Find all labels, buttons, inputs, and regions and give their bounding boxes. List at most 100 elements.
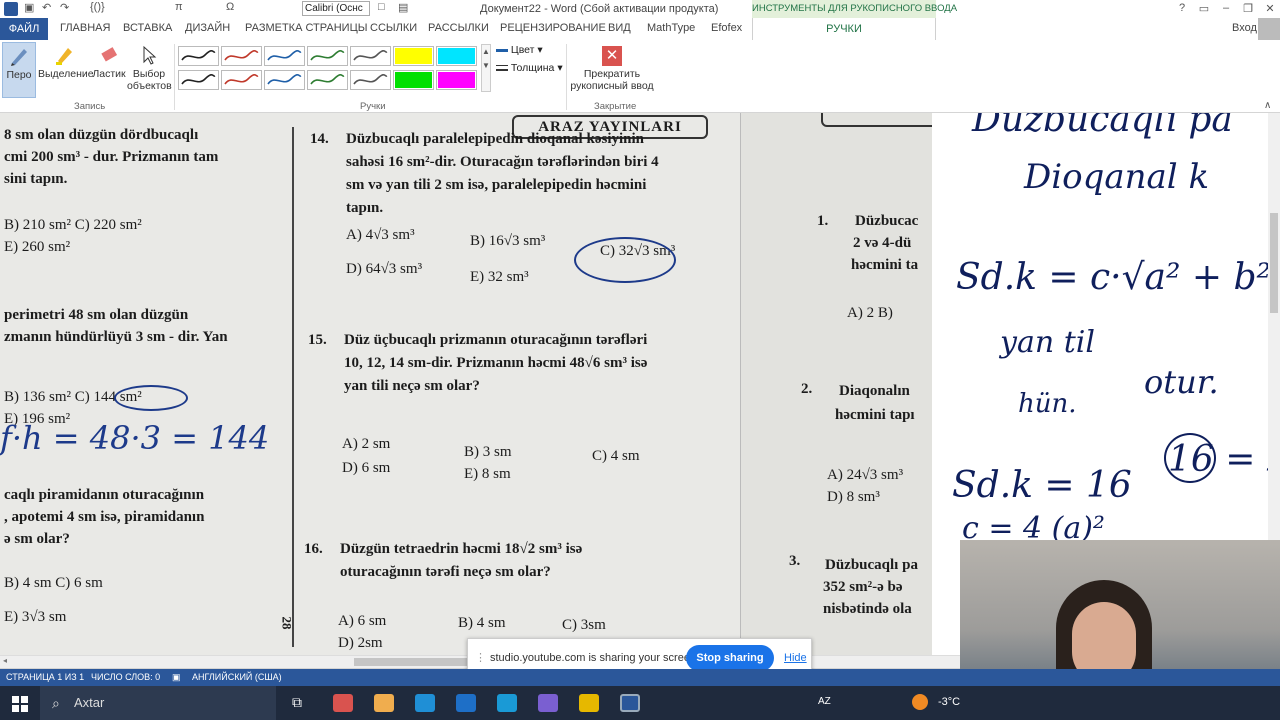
scroll-left-icon[interactable]: ◂ bbox=[3, 656, 7, 665]
weather-temp[interactable]: -3°C bbox=[938, 696, 960, 708]
tab-file[interactable]: ФАЙЛ bbox=[0, 18, 48, 40]
redo-icon[interactable]: ↷ bbox=[60, 1, 69, 14]
highlighter-button[interactable]: Выделение bbox=[38, 42, 94, 98]
tab-mathtype[interactable]: MathType bbox=[647, 22, 695, 34]
tab-pens[interactable]: РУЧКИ bbox=[752, 18, 936, 40]
pen-thickness-dropdown[interactable]: Толщина ▾ bbox=[496, 62, 563, 74]
omega-icon[interactable]: Ω bbox=[226, 1, 234, 13]
pen-preset[interactable] bbox=[221, 70, 262, 90]
open-icon[interactable]: ▤ bbox=[398, 1, 408, 14]
page-count[interactable]: СТРАНИЦА 1 ИЗ 1 bbox=[6, 669, 84, 686]
text-line: , apotemi 4 sm isə, piramidanın bbox=[4, 509, 205, 525]
answer-option: E) 8 sm bbox=[464, 466, 511, 482]
pen-stroke-icon bbox=[267, 74, 302, 85]
pen-preset[interactable] bbox=[393, 46, 434, 66]
select-objects-button[interactable]: Выбор объектов bbox=[127, 42, 172, 98]
pen-preset[interactable] bbox=[307, 70, 348, 90]
handwriting-line: hün. bbox=[1018, 389, 1077, 419]
chrome-icon[interactable] bbox=[415, 694, 435, 712]
person-face bbox=[1072, 602, 1136, 669]
word-app-icon[interactable] bbox=[4, 2, 18, 16]
equation-icon[interactable]: {()} bbox=[90, 1, 105, 13]
proofing-icon[interactable]: ▣ bbox=[172, 669, 181, 686]
minimize-icon[interactable]: – bbox=[1218, 2, 1234, 14]
text-line: 1. bbox=[817, 213, 829, 229]
text-line: A) 24√3 sm³ bbox=[827, 467, 904, 483]
explorer-icon[interactable] bbox=[538, 694, 558, 712]
outlook-icon[interactable] bbox=[456, 694, 476, 712]
windows-start-icon[interactable] bbox=[12, 696, 28, 712]
eraser-icon bbox=[101, 47, 118, 62]
scrollbar-thumb[interactable] bbox=[354, 658, 468, 666]
pen-preset[interactable] bbox=[264, 70, 305, 90]
eraser-button[interactable]: Ластик bbox=[92, 42, 126, 98]
tab-layout[interactable]: РАЗМЕТКА СТРАНИЦЫ bbox=[245, 22, 367, 34]
text-line: 352 sm²-ə bə bbox=[823, 579, 903, 595]
pen-preset[interactable] bbox=[264, 46, 305, 66]
input-language[interactable]: AZ bbox=[818, 696, 831, 707]
tab-mailings[interactable]: РАССЫЛКИ bbox=[428, 22, 489, 34]
tab-view[interactable]: ВИД bbox=[608, 22, 631, 34]
tab-insert[interactable]: ВСТАВКА bbox=[123, 22, 172, 34]
select-objects-label: Выбор объектов bbox=[127, 68, 172, 92]
question-number: 14. bbox=[310, 131, 329, 147]
maximize-icon[interactable]: ❐ bbox=[1240, 2, 1256, 15]
sign-in-link[interactable]: Вход bbox=[1232, 22, 1257, 34]
pen-button[interactable]: Перо bbox=[2, 42, 36, 98]
highlighter-label: Выделение bbox=[38, 68, 94, 80]
save-icon[interactable]: ▣ bbox=[24, 1, 34, 14]
text-line: Düzbucaqlı pa bbox=[825, 557, 918, 573]
stop-sharing-button[interactable]: Stop sharing bbox=[686, 645, 774, 671]
tab-review[interactable]: РЕЦЕНЗИРОВАНИЕ bbox=[500, 22, 606, 34]
task-view-icon[interactable]: ⧉ bbox=[292, 694, 302, 711]
hide-link[interactable]: Hide bbox=[784, 652, 807, 664]
store-icon[interactable] bbox=[374, 694, 394, 712]
pen-preset[interactable] bbox=[221, 46, 262, 66]
stop-inking-button[interactable]: ✕ Прекратить рукописный ввод bbox=[570, 42, 654, 98]
answer-option: B) 16√3 sm³ bbox=[470, 233, 546, 249]
tab-home[interactable]: ГЛАВНАЯ bbox=[60, 22, 110, 34]
pen-preset[interactable] bbox=[393, 70, 434, 90]
edge-icon[interactable] bbox=[497, 694, 517, 712]
pens-gallery-scroll[interactable]: ▲ ▼ bbox=[481, 44, 491, 92]
answer-option: A) 4√3 sm³ bbox=[346, 227, 415, 243]
tab-design[interactable]: ДИЗАЙН bbox=[185, 22, 230, 34]
pen-preset[interactable] bbox=[350, 70, 391, 90]
language[interactable]: АНГЛИЙСКИЙ (США) bbox=[192, 669, 282, 686]
pen-preset[interactable] bbox=[350, 46, 391, 66]
drag-handle-icon[interactable]: ⋮ bbox=[475, 651, 486, 664]
textbook-photo: 8 sm olan düzgün dördbucaqlı cmi 200 sm³ … bbox=[0, 113, 932, 655]
scrollbar-thumb[interactable] bbox=[1270, 213, 1278, 313]
avatar[interactable] bbox=[1258, 18, 1280, 40]
text-line: sini tapın. bbox=[4, 171, 68, 187]
pen-color-dropdown[interactable]: Цвет ▾ bbox=[496, 44, 543, 56]
close-icon[interactable]: ✕ bbox=[1262, 2, 1278, 15]
weather-icon[interactable] bbox=[912, 694, 928, 710]
pointer-icon bbox=[143, 45, 157, 65]
pen-preset[interactable] bbox=[436, 46, 477, 66]
pen-preset[interactable] bbox=[178, 70, 219, 90]
restore-ribbon-icon[interactable]: ▭ bbox=[1196, 2, 1212, 15]
font-name-box[interactable]: Calibri (Оснс bbox=[302, 1, 370, 16]
word-taskbar-icon[interactable] bbox=[620, 694, 640, 712]
pen-preset[interactable] bbox=[178, 46, 219, 66]
file-manager-icon[interactable] bbox=[579, 694, 599, 712]
word-count[interactable]: ЧИСЛО СЛОВ: 0 bbox=[91, 669, 160, 686]
tab-efofex[interactable]: Efofex bbox=[711, 22, 742, 34]
pen-preset[interactable] bbox=[307, 46, 348, 66]
help-button[interactable]: ? bbox=[1174, 2, 1190, 14]
collapse-ribbon-icon[interactable]: ∧ bbox=[1264, 100, 1271, 111]
pen-preset[interactable] bbox=[436, 70, 477, 90]
new-doc-icon[interactable]: □ bbox=[378, 1, 385, 13]
pi-icon[interactable]: π bbox=[175, 1, 183, 13]
webcam-overlay bbox=[960, 540, 1280, 669]
tab-references[interactable]: ССЫЛКИ bbox=[370, 22, 417, 34]
document-area: 8 sm olan düzgün dördbucaqlı cmi 200 sm³ … bbox=[0, 113, 1280, 669]
text-line: B) 4 sm C) 6 sm bbox=[4, 575, 103, 591]
taskbar-search[interactable]: ⌕ Axtar bbox=[40, 686, 276, 720]
handwriting-line: otur. bbox=[1144, 363, 1219, 401]
share-notice: studio.youtube.com is sharing your scree… bbox=[490, 652, 700, 664]
copilot-icon[interactable] bbox=[333, 694, 353, 712]
undo-icon[interactable]: ↶ bbox=[42, 1, 51, 14]
text-line: nisbətində ola bbox=[823, 601, 912, 617]
